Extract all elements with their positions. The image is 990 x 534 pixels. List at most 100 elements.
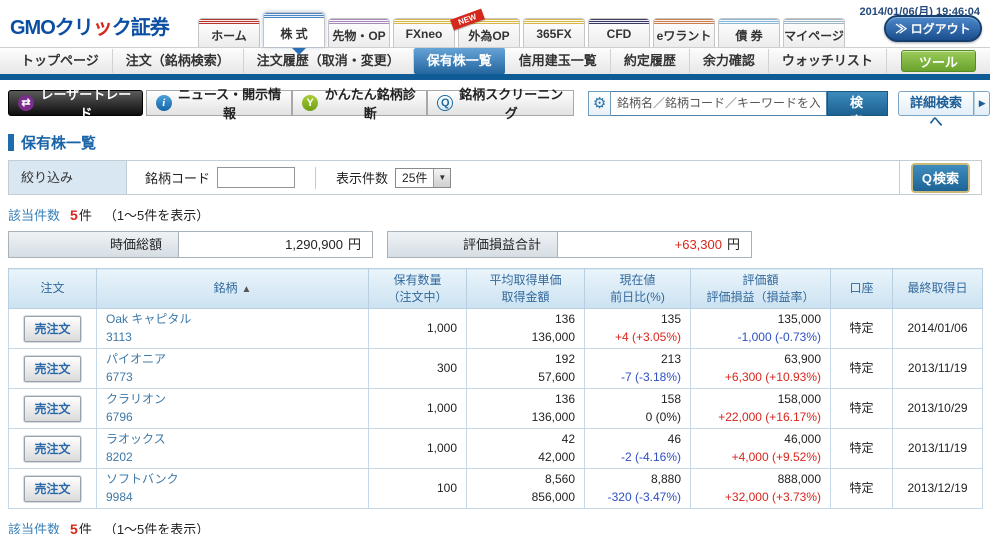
stock-name: クラリオン bbox=[106, 391, 359, 408]
col-symbol[interactable]: 銘柄▲ bbox=[97, 269, 369, 309]
tab-bonds[interactable]: 債 券 bbox=[718, 18, 780, 47]
avg-price-cell: 19257,600 bbox=[467, 349, 585, 389]
info-icon: i bbox=[156, 95, 172, 111]
logout-label: ログアウト bbox=[911, 22, 971, 36]
subnav-order-history[interactable]: 注文履歴（取消・変更） bbox=[244, 49, 414, 73]
sell-order-button[interactable]: 売注文 bbox=[24, 436, 80, 462]
tab-label: 外為OP bbox=[459, 24, 519, 44]
sell-order-button[interactable]: 売注文 bbox=[24, 476, 80, 502]
valuation-cell: 46,000+4,000 (+9.52%) bbox=[691, 429, 831, 469]
tab-365fx[interactable]: 365FX bbox=[523, 18, 585, 47]
avg-price-cell: 136136,000 bbox=[467, 389, 585, 429]
subnav-top-page[interactable]: トップページ bbox=[8, 49, 113, 73]
table-row: 売注文 ラオックス8202 1,000 4242,000 46-2 (-4.16… bbox=[9, 429, 983, 469]
valuation-cell: 63,900+6,300 (+10.93%) bbox=[691, 349, 831, 389]
stock-name: Oak キャピタル bbox=[106, 311, 359, 328]
result-count-unit: 件 bbox=[79, 208, 92, 223]
stock-code-input[interactable] bbox=[217, 167, 295, 188]
laser-trade-icon: ⇄ bbox=[18, 95, 34, 111]
subnav-execution-history[interactable]: 約定履歴 bbox=[611, 49, 690, 73]
easy-diagnosis-button[interactable]: Y かんたん銘柄診断 bbox=[292, 90, 427, 116]
account-type-cell: 特定 bbox=[831, 349, 893, 389]
stock-code: 3113 bbox=[106, 329, 359, 346]
pl-total-label: 評価損益合計 bbox=[388, 232, 558, 257]
quantity-cell: 1,000 bbox=[369, 429, 467, 469]
gear-icon[interactable]: ⚙ bbox=[588, 91, 611, 116]
tab-label: 債 券 bbox=[719, 24, 779, 44]
tab-mypage[interactable]: マイページ bbox=[783, 18, 845, 47]
col-quantity: 保有数量（注文中） bbox=[369, 269, 467, 309]
advanced-search-expand-button[interactable]: ▶ bbox=[974, 91, 990, 116]
tab-fxneo[interactable]: FXneo bbox=[393, 18, 455, 47]
sell-order-button[interactable]: 売注文 bbox=[24, 396, 80, 422]
stock-code-label: 銘柄コード bbox=[145, 168, 210, 187]
stock-subnav: トップページ 注文（銘柄検索） 注文履歴（取消・変更） 保有株一覧 信用建玉一覧… bbox=[0, 48, 990, 74]
acquisition-date-cell: 2013/11/19 bbox=[893, 429, 983, 469]
account-type-cell: 特定 bbox=[831, 469, 893, 509]
market-value: 1,290,900 bbox=[285, 237, 343, 252]
quantity-cell: 300 bbox=[369, 349, 467, 389]
pl-total-box: 評価損益合計 +63,300円 bbox=[387, 231, 752, 258]
filter-search-button[interactable]: Q検索 bbox=[911, 163, 970, 193]
logout-arrow-icon: ≫ bbox=[895, 22, 907, 36]
logo-text: GMOクリ bbox=[10, 17, 93, 39]
search-button[interactable]: 検 索 bbox=[827, 91, 887, 116]
brand-logo[interactable]: GMOクリック証券 bbox=[0, 11, 198, 47]
active-tab-pointer-icon bbox=[292, 48, 306, 55]
subnav-holdings[interactable]: 保有株一覧 bbox=[414, 48, 505, 74]
stock-name: ソフトバンク bbox=[106, 471, 359, 488]
advanced-search-button[interactable]: 詳細検索へ bbox=[898, 91, 975, 116]
quantity-cell: 100 bbox=[369, 469, 467, 509]
logout-button[interactable]: ≫ ログアウト bbox=[884, 15, 982, 42]
pl-total-value: +63,300 bbox=[675, 237, 722, 252]
symbol-search-input[interactable] bbox=[611, 91, 827, 116]
tab-futures-op[interactable]: 先物・OP bbox=[328, 18, 390, 47]
avg-price-cell: 4242,000 bbox=[467, 429, 585, 469]
filter-body: 銘柄コード 表示件数 25件 ▼ bbox=[127, 161, 899, 194]
acquisition-date-cell: 2013/10/29 bbox=[893, 389, 983, 429]
tab-gaitame-op[interactable]: NEW 外為OP bbox=[458, 18, 520, 47]
magnifier-icon: Q bbox=[437, 95, 453, 111]
news-label: ニュース・開示情報 bbox=[177, 84, 282, 122]
tab-label: 先物・OP bbox=[329, 24, 389, 44]
subnav-watchlist[interactable]: ウォッチリスト bbox=[769, 49, 887, 73]
subnav-buying-power[interactable]: 余力確認 bbox=[690, 49, 769, 73]
display-count-value: 25件 bbox=[396, 169, 433, 186]
acquisition-date-cell: 2013/12/19 bbox=[893, 469, 983, 509]
avg-price-cell: 136136,000 bbox=[467, 309, 585, 349]
table-row: 売注文 Oak キャピタル3113 1,000 136136,000 135+4… bbox=[9, 309, 983, 349]
page-title-text: 保有株一覧 bbox=[21, 132, 96, 153]
profit-loss: +4,000 (+9.52%) bbox=[732, 450, 821, 464]
screening-label: 銘柄スクリーニング bbox=[458, 84, 564, 122]
stock-code: 9984 bbox=[106, 489, 359, 506]
tab-stock[interactable]: 株 式 bbox=[263, 12, 325, 47]
laser-trade-button[interactable]: ⇄ レーザートレード bbox=[8, 90, 143, 116]
screening-button[interactable]: Q 銘柄スクリーニング bbox=[427, 90, 574, 116]
day-change: -7 (-3.18%) bbox=[621, 370, 681, 384]
account-type-cell: 特定 bbox=[831, 389, 893, 429]
acquisition-date-cell: 2013/11/19 bbox=[893, 349, 983, 389]
current-price-cell: 135+4 (+3.05%) bbox=[585, 309, 691, 349]
subnav-order-search[interactable]: 注文（銘柄検索） bbox=[113, 49, 244, 73]
sort-asc-icon: ▲ bbox=[242, 284, 252, 295]
dropdown-arrow-icon: ▼ bbox=[433, 169, 450, 187]
current-price-cell: 8,880-320 (-3.47%) bbox=[585, 469, 691, 509]
sell-order-button[interactable]: 売注文 bbox=[24, 316, 80, 342]
day-change: 0 (0%) bbox=[646, 410, 681, 424]
display-count-select[interactable]: 25件 ▼ bbox=[395, 168, 451, 188]
tab-label: 365FX bbox=[524, 24, 584, 41]
current-price-cell: 213-7 (-3.18%) bbox=[585, 349, 691, 389]
filter-search-label: 検索 bbox=[933, 171, 959, 186]
tab-ewarrant[interactable]: eワラント bbox=[653, 18, 715, 47]
subnav-margin-positions[interactable]: 信用建玉一覧 bbox=[506, 49, 611, 73]
tab-home[interactable]: ホーム bbox=[198, 18, 260, 47]
tab-label: 株 式 bbox=[264, 18, 324, 42]
stock-code: 8202 bbox=[106, 449, 359, 466]
tab-cfd[interactable]: CFD bbox=[588, 18, 650, 47]
sell-order-button[interactable]: 売注文 bbox=[24, 356, 80, 382]
table-row: 売注文 クラリオン6796 1,000 136136,000 1580 (0%)… bbox=[9, 389, 983, 429]
news-disclosure-button[interactable]: i ニュース・開示情報 bbox=[146, 90, 292, 116]
tools-button[interactable]: ツール bbox=[901, 50, 976, 72]
valuation-cell: 135,000-1,000 (-0.73%) bbox=[691, 309, 831, 349]
day-change: -320 (-3.47%) bbox=[608, 490, 681, 504]
